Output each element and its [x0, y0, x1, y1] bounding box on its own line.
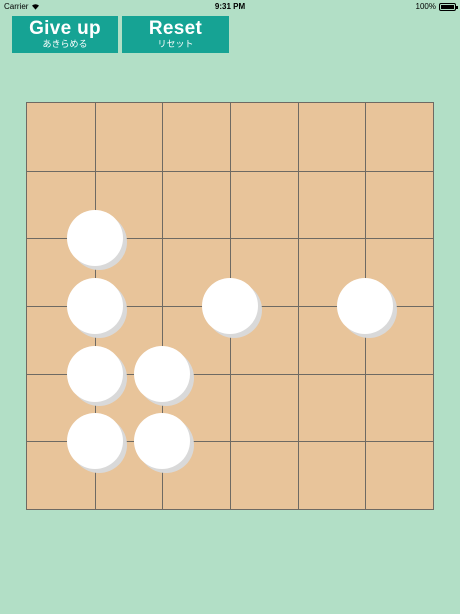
status-time: 9:31 PM	[214, 2, 246, 11]
game-board[interactable]	[26, 102, 434, 510]
stone-white	[67, 210, 123, 266]
battery-percent: 100%	[415, 2, 436, 11]
give-up-label: Give up	[29, 18, 101, 39]
stone-white	[67, 346, 123, 402]
reset-label: Reset	[148, 18, 203, 39]
give-up-sublabel: あきらめる	[42, 39, 88, 49]
stone-white	[337, 278, 393, 334]
stone-white	[134, 413, 190, 469]
reset-button[interactable]: Reset リセット	[122, 16, 229, 53]
stone-white	[202, 278, 258, 334]
battery-icon	[439, 2, 458, 11]
give-up-button[interactable]: Give up あきらめる	[12, 16, 118, 53]
stone-white	[67, 278, 123, 334]
reset-sublabel: リセット	[157, 39, 194, 49]
stone-white	[134, 346, 190, 402]
status-bar: Carrier 9:31 PM 100%	[0, 0, 460, 14]
stone-white	[67, 413, 123, 469]
status-right: 100%	[415, 2, 458, 11]
grid-line-vertical	[298, 103, 299, 509]
